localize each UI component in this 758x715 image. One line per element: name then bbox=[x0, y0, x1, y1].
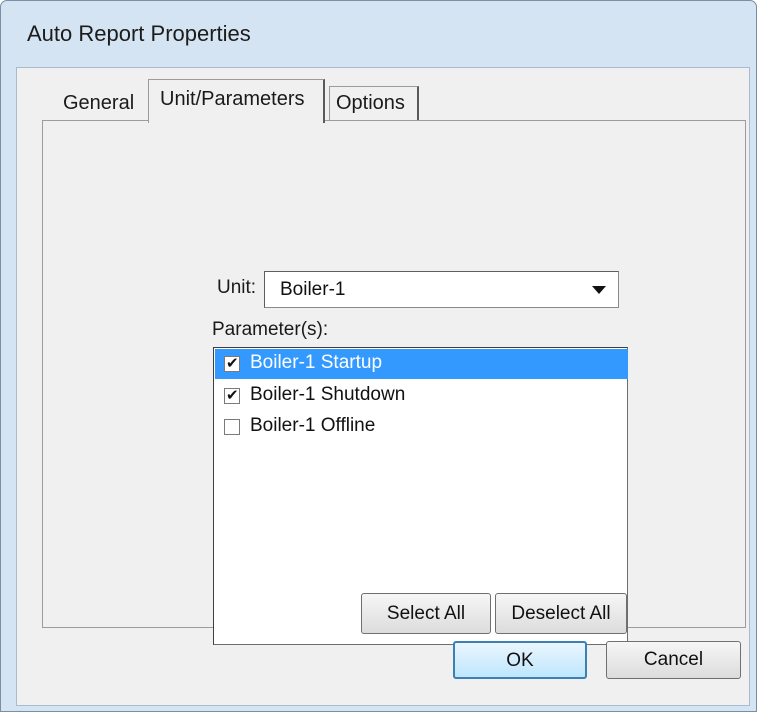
tab-options[interactable]: Options bbox=[329, 86, 419, 121]
list-item-label: Boiler-1 Shutdown bbox=[250, 384, 406, 405]
deselect-all-button[interactable]: Deselect All bbox=[495, 593, 627, 634]
ok-button[interactable]: OK bbox=[453, 641, 587, 679]
tab-unit-parameters[interactable]: Unit/Parameters bbox=[148, 79, 325, 123]
parameter-checkbox[interactable]: ✔ bbox=[224, 386, 240, 404]
list-item-label: Boiler-1 Startup bbox=[250, 352, 383, 373]
checkmark-icon: ✔ bbox=[226, 386, 239, 404]
unit-label: Unit: bbox=[217, 277, 257, 298]
dropdown-arrow-icon[interactable] bbox=[592, 286, 606, 294]
parameter-checkbox[interactable] bbox=[224, 419, 240, 435]
unit-dropdown[interactable]: Boiler-1 bbox=[264, 271, 619, 308]
tab-panel-unit-parameters: Unit: Boiler-1 Parameter(s): ✔ Boiler-1 … bbox=[42, 120, 746, 645]
dialog-client-area: General Unit/Parameters Options Unit: Bo… bbox=[16, 67, 750, 706]
list-item[interactable]: ✔ Boiler-1 Shutdown bbox=[215, 381, 628, 411]
dialog-window: Auto Report Properties General Unit/Para… bbox=[0, 0, 757, 712]
tab-general[interactable]: General bbox=[61, 87, 148, 121]
title-bar[interactable]: Auto Report Properties bbox=[1, 1, 756, 67]
list-item[interactable]: ✔ Boiler-1 Startup bbox=[215, 349, 628, 379]
unit-dropdown-value: Boiler-1 bbox=[280, 279, 346, 300]
cancel-button[interactable]: Cancel bbox=[606, 641, 741, 679]
parameters-label: Parameter(s): bbox=[212, 319, 329, 340]
list-item[interactable]: Boiler-1 Offline bbox=[215, 412, 628, 442]
list-item-label: Boiler-1 Offline bbox=[250, 415, 376, 436]
parameter-checkbox[interactable]: ✔ bbox=[224, 354, 240, 372]
checkmark-icon: ✔ bbox=[226, 354, 239, 372]
window-title: Auto Report Properties bbox=[27, 21, 251, 46]
select-all-button[interactable]: Select All bbox=[361, 593, 491, 634]
